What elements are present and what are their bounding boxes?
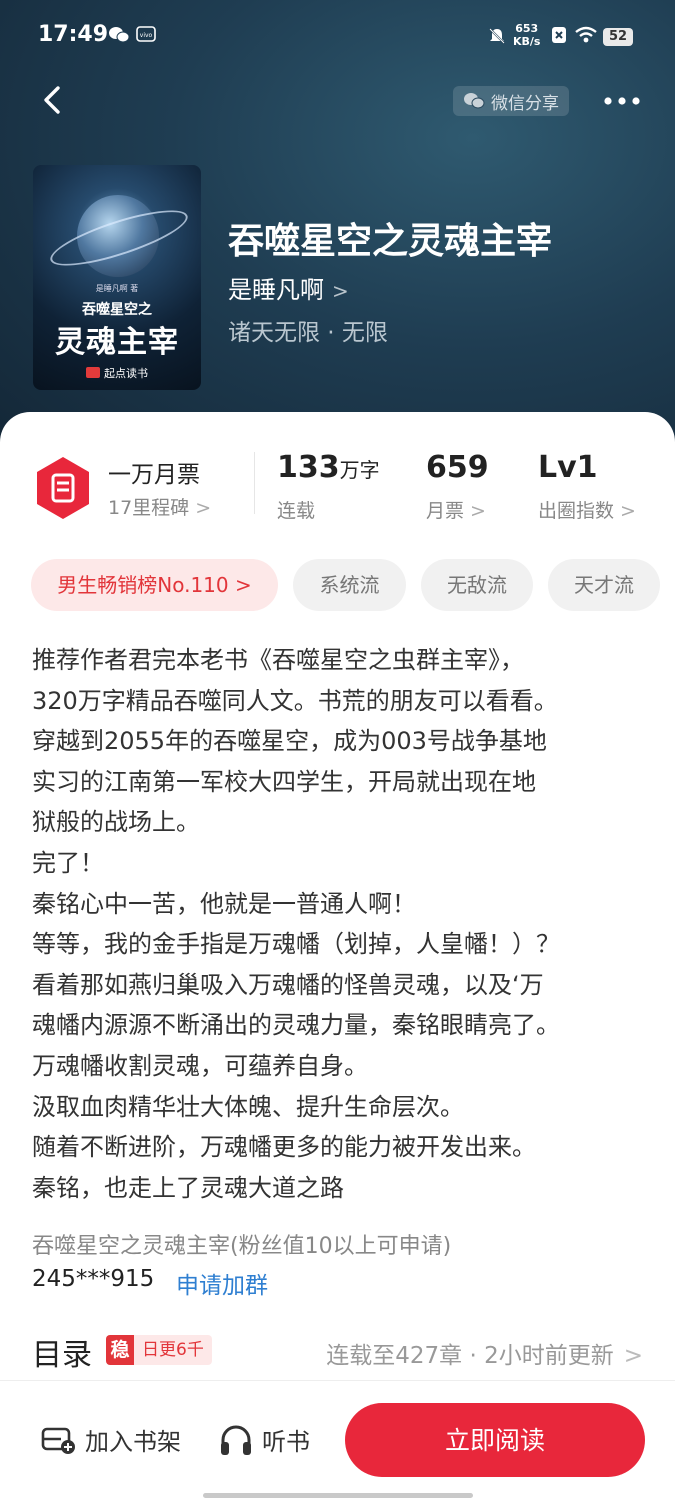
ticket-milestone-link[interactable]: 17里程碑 > [108,493,211,520]
word-count: 133万字 [277,450,380,485]
network-speed: 653 KB/s [513,22,540,48]
book-title: 吞噬星空之灵魂主宰 [228,220,553,262]
listen-button[interactable]: 听书 [218,1422,310,1457]
sim-icon [551,26,567,48]
add-shelf-icon [41,1427,75,1454]
home-indicator[interactable] [203,1493,473,1498]
book-description: 推荐作者君完本老书《吞噬星空之虫群主宰》， 320万字精品吞噬同人文。书荒的朋友… [32,646,560,1202]
monthly-ticket-icon [33,455,93,521]
book-cover[interactable]: 是睡凡啊 著 吞噬星空之 灵魂主宰 起点读书 [33,165,201,390]
status-bar: 17:49 vivo 653 KB/s 52 [0,22,675,54]
popularity-level: Lv1 [538,450,598,485]
cover-subtitle: 吞噬星空之 [82,302,152,318]
network-speed-value: 653 [515,22,539,35]
svg-text:vivo: vivo [140,32,153,39]
battery-indicator: 52 [603,28,633,46]
book-author-link[interactable]: 是睡凡啊 > [228,270,349,305]
stats-divider [254,452,255,514]
popularity-index-label: 出圈指数 [538,500,615,522]
wifi-icon [574,26,598,48]
chevron-right-icon: > [623,1343,643,1369]
more-dots-icon [604,97,640,105]
monthly-ticket-link[interactable]: 月票 > [426,496,486,523]
cover-author: 是睡凡啊 著 [95,284,139,293]
headphones-icon [221,1425,251,1455]
monthly-ticket-label: 月票 [426,500,465,522]
update-badge: 稳 日更6千 [106,1335,212,1365]
wechat-share-label: 微信分享 [491,93,559,114]
popularity-index-link[interactable]: 出圈指数 > [538,496,636,523]
rank-chip[interactable]: 男生畅销榜No.110 > [31,559,278,611]
book-category: 诸天无限 · 无限 [228,320,388,346]
publisher-logo-icon [86,367,100,378]
fan-group-info: 吞噬星空之灵魂主宰(粉丝值10以上可申请) [32,1234,452,1259]
wechat-share-button[interactable]: 微信分享 [453,86,569,116]
read-now-button[interactable]: 立即阅读 [345,1403,645,1477]
chevron-left-icon [44,86,60,114]
toc-link[interactable]: 连载至427章 · 2小时前更新 > [326,1336,643,1370]
word-count-unit: 万字 [339,458,380,482]
ticket-milestone-title: 一万月票 [108,462,200,488]
wechat-icon [108,26,130,48]
tag-chip-genius[interactable]: 天才流 [548,559,660,611]
monthly-ticket-count: 659 [426,450,489,485]
book-author-name: 是睡凡啊 [228,276,324,304]
tag-chip-invincible[interactable]: 无敌流 [421,559,533,611]
word-count-value: 133 [277,450,340,485]
ticket-milestone-sub: 17里程碑 [108,497,190,519]
join-group-link[interactable]: 申请加群 [176,1266,268,1300]
listen-label: 听书 [262,1428,310,1456]
chevron-right-icon: > [195,497,212,519]
chevron-right-icon: > [332,279,349,303]
chevron-right-icon: > [620,500,636,522]
cover-title: 灵魂主宰 [55,325,179,360]
cover-publisher: 起点读书 [33,365,201,381]
status-time: 17:49 [38,22,109,47]
network-speed-unit: KB/s [513,35,541,48]
mute-icon [487,26,507,50]
add-to-shelf-button[interactable]: 加入书架 [41,1422,181,1457]
toc-status-text: 连载至427章 · 2小时前更新 [326,1343,614,1369]
add-to-shelf-label: 加入书架 [85,1428,181,1456]
fan-group-id: 245***915 [32,1266,155,1292]
wechat-icon [464,93,485,109]
update-badge-text: 日更6千 [134,1335,212,1365]
back-button[interactable] [36,82,72,118]
chevron-right-icon: > [470,500,486,522]
serial-status: 连载 [277,500,316,522]
vivo-icon: vivo [136,26,156,46]
toc-title[interactable]: 目录 [32,1330,92,1374]
more-button[interactable] [600,86,644,116]
cover-publisher-label: 起点读书 [104,367,148,380]
update-badge-icon: 稳 [106,1335,134,1365]
tag-chip-system[interactable]: 系统流 [293,559,406,611]
